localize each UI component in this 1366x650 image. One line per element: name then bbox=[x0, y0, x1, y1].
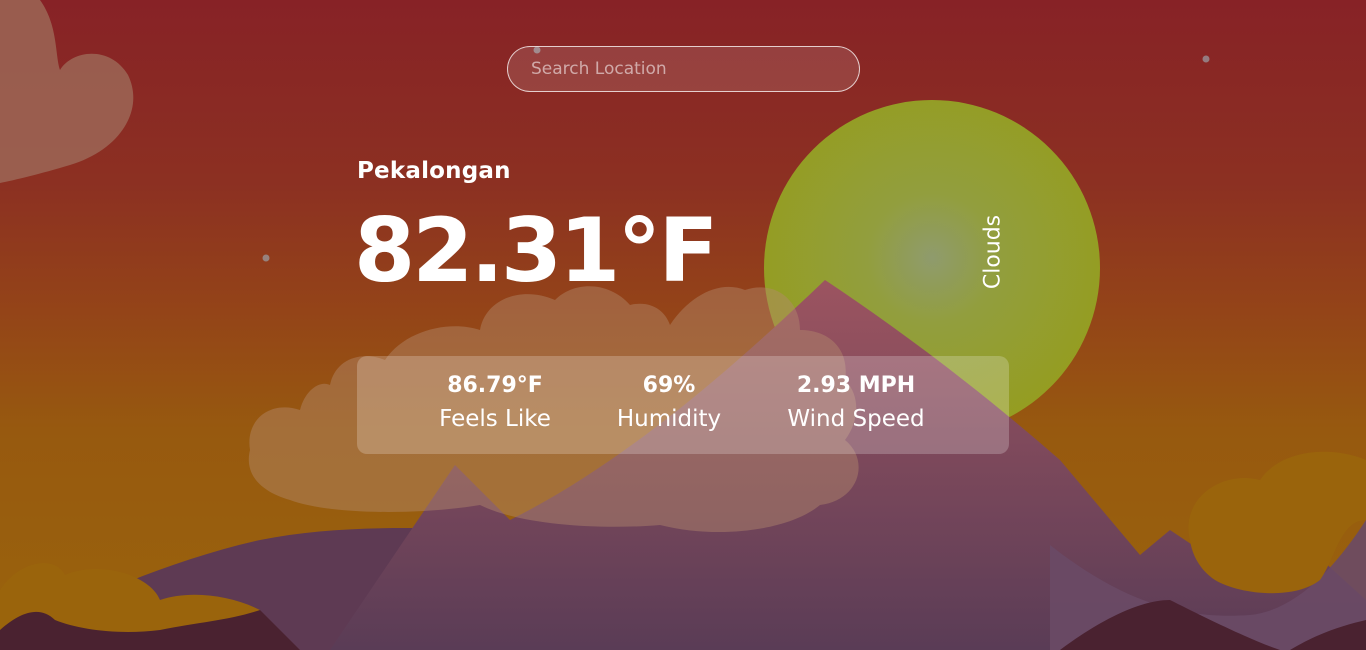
weather-description: Clouds bbox=[969, 212, 1017, 292]
weather-description-label: Clouds bbox=[980, 214, 1006, 290]
background-scene bbox=[0, 0, 1366, 650]
stat-label: Humidity bbox=[616, 406, 722, 432]
stat-humidity: 69% Humidity bbox=[617, 370, 721, 436]
stat-value: 69% bbox=[642, 373, 696, 398]
stat-value: 86.79°F bbox=[447, 373, 543, 398]
stat-feels-like: 86.79°F Feels Like bbox=[439, 370, 551, 436]
stat-value: 2.93 MPH bbox=[796, 373, 916, 398]
stat-label: Feels Like bbox=[439, 406, 551, 432]
stat-wind-speed: 2.93 MPH Wind Speed bbox=[787, 370, 924, 436]
star bbox=[262, 254, 270, 262]
temperature-value: 82.31°F bbox=[354, 199, 718, 302]
star bbox=[1202, 55, 1210, 63]
stat-label: Wind Speed bbox=[787, 406, 925, 432]
search-input[interactable] bbox=[507, 46, 860, 92]
city-name: Pekalongan bbox=[357, 158, 511, 184]
stats-panel: 86.79°F Feels Like 69% Humidity 2.93 MPH… bbox=[357, 356, 1009, 454]
cloud bbox=[0, 0, 134, 183]
